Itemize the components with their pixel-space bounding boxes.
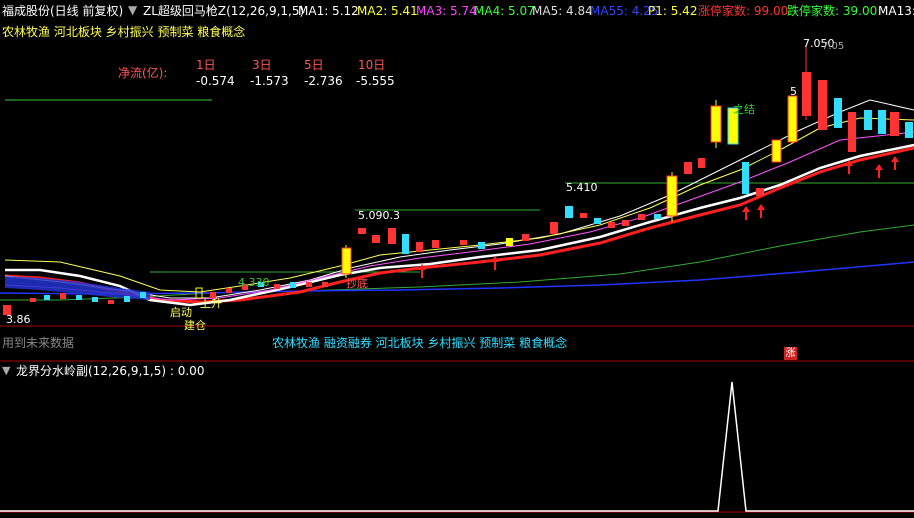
low-price-label: 3.86 <box>6 313 31 326</box>
candle <box>506 238 513 246</box>
candle <box>638 214 645 220</box>
candle <box>388 228 396 244</box>
candle <box>654 214 661 219</box>
candle <box>787 95 798 143</box>
candle <box>341 247 352 275</box>
ma-red-thick <box>4 146 914 304</box>
candle <box>372 235 380 243</box>
high-price-label-2: 7.05 <box>822 41 845 52</box>
candle <box>890 112 899 136</box>
candle <box>402 234 409 254</box>
signal-label-entry: 抄底 <box>346 277 368 290</box>
candle <box>684 162 692 174</box>
price-chart[interactable] <box>0 0 914 518</box>
candle <box>274 284 280 289</box>
candle <box>140 292 146 298</box>
signal-label-five: 5 <box>790 85 797 98</box>
candle <box>848 112 856 152</box>
candle <box>622 220 629 226</box>
candle <box>802 72 811 116</box>
candle <box>322 282 328 287</box>
candle <box>864 110 872 130</box>
candle <box>460 240 467 245</box>
level-label-5410: 5.410 <box>566 181 598 194</box>
candle <box>565 206 573 218</box>
candle <box>580 213 587 218</box>
candle <box>60 293 66 299</box>
ma-white-thick <box>5 143 914 307</box>
signal-label-rise: 上升 <box>200 297 222 310</box>
future-data-note: 用到未来数据 <box>2 336 75 350</box>
candle <box>226 288 232 293</box>
candle <box>306 282 312 287</box>
candle <box>92 297 98 302</box>
candle <box>478 242 485 249</box>
sub-panel-title[interactable]: 龙界分水岭副(12,26,9,1,5) : 0.00 <box>16 365 204 377</box>
candle <box>108 300 114 304</box>
candle <box>594 218 601 224</box>
concept-tags-bottom: 农林牧渔 融资融券 河北板块 乡村振兴 预制菜 粮食概念 <box>272 336 568 350</box>
signal-label-zhi: 之结 <box>733 103 755 116</box>
candle <box>608 222 615 228</box>
level-label-5090: 5.090.3 <box>358 209 400 222</box>
signal-label-build: 建仓 <box>184 319 206 332</box>
candle <box>878 110 886 134</box>
candle <box>698 158 705 168</box>
sub-dropdown-icon[interactable]: ▼ <box>2 365 10 376</box>
limit-up-badge[interactable]: 涨 <box>784 347 797 360</box>
candle <box>522 234 529 241</box>
candle <box>742 162 749 194</box>
candle <box>290 282 296 288</box>
ma-white-thin <box>4 99 914 299</box>
candle <box>358 228 366 234</box>
ma55-blue-line <box>0 261 914 295</box>
candle <box>771 139 782 163</box>
candle <box>905 122 913 138</box>
candle <box>416 242 423 252</box>
candle <box>30 298 36 302</box>
signal-label-start: 启动 <box>170 306 192 319</box>
candle <box>124 296 130 302</box>
candle <box>710 105 722 143</box>
candle <box>432 240 439 248</box>
candle <box>834 98 842 128</box>
candle <box>550 222 558 234</box>
level-label-4330: 4.330 <box>238 276 270 289</box>
candle <box>818 80 827 130</box>
candle <box>44 295 50 300</box>
candle <box>666 175 678 217</box>
candle <box>76 295 82 300</box>
sub-indicator-line <box>0 381 914 512</box>
candle <box>756 188 764 196</box>
